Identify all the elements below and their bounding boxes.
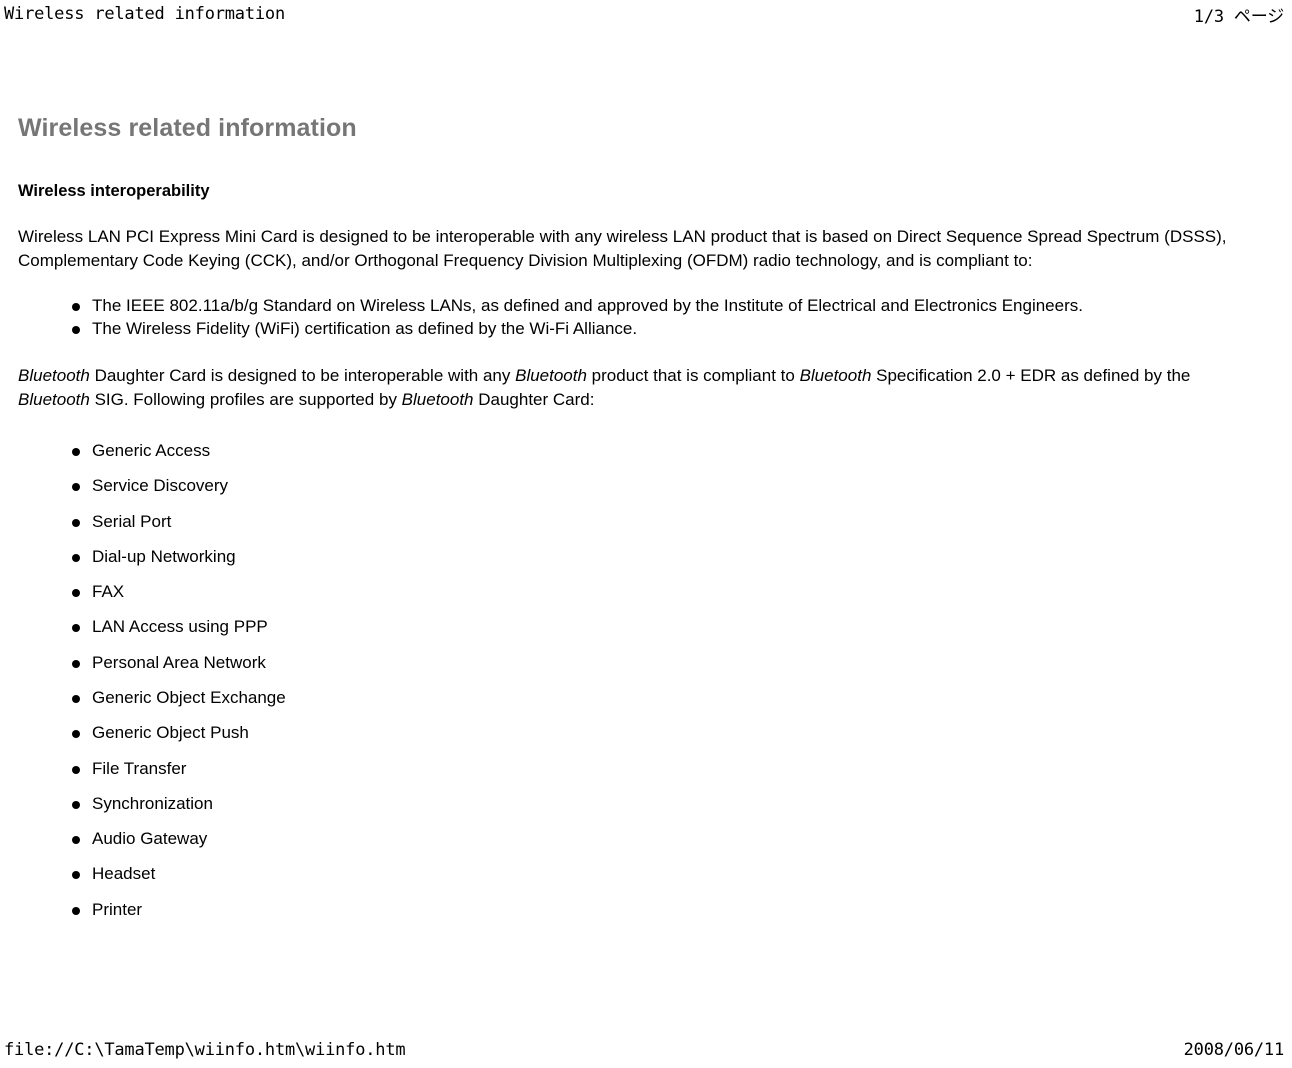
intro-paragraph: Wireless LAN PCI Express Mini Card is de… — [18, 227, 1227, 270]
print-header: Wireless related information 1/3 ページ — [0, 2, 1292, 27]
document-page: Wireless related information Wireless in… — [0, 56, 1292, 927]
list-item: Personal Area Network — [18, 645, 1274, 680]
list-item: Generic Access — [18, 433, 1274, 468]
list-item: Generic Object Exchange — [18, 680, 1274, 715]
list-item: FAX — [18, 574, 1274, 609]
print-footer-file-path: file://C:\TamaTemp\wiinfo.htm\wiinfo.htm — [4, 1040, 406, 1060]
print-footer-date: 2008/06/11 — [1183, 1040, 1285, 1060]
bluetooth-term: Bluetooth — [401, 389, 474, 409]
bluetooth-text: Specification 2.0 + EDR as defined by th… — [871, 366, 1191, 386]
list-item: File Transfer — [18, 751, 1274, 786]
bluetooth-text: Daughter Card is designed to be interope… — [89, 366, 516, 386]
list-item: The IEEE 802.11a/b/g Standard on Wireles… — [18, 294, 1274, 317]
list-item: Audio Gateway — [18, 821, 1274, 856]
list-item: Printer — [18, 892, 1274, 927]
bluetooth-text: Daughter Card: — [473, 389, 595, 409]
print-footer: file://C:\TamaTemp\wiinfo.htm\wiinfo.htm… — [0, 1038, 1292, 1062]
list-item: Synchronization — [18, 786, 1274, 821]
bluetooth-term: Bluetooth — [18, 389, 90, 409]
list-item: Dial-up Networking — [18, 539, 1274, 574]
print-header-title: Wireless related information — [4, 4, 285, 24]
standards-list: The IEEE 802.11a/b/g Standard on Wireles… — [18, 294, 1274, 341]
list-item: Generic Object Push — [18, 715, 1274, 750]
bluetooth-term: Bluetooth — [18, 366, 90, 386]
page-title: Wireless related information — [18, 114, 357, 142]
list-item: The Wireless Fidelity (WiFi) certificati… — [18, 317, 1274, 340]
bluetooth-profiles-list: Generic Access Service Discovery Serial … — [18, 433, 1274, 927]
section-heading-wireless-interoperability: Wireless interoperability — [18, 181, 210, 200]
bluetooth-text: SIG. Following profiles are supported by — [89, 389, 402, 409]
bluetooth-term: Bluetooth — [515, 366, 587, 386]
print-header-page-number: 1/3 ページ — [1193, 6, 1284, 27]
bluetooth-text: product that is compliant to — [586, 366, 800, 386]
list-item: Headset — [18, 856, 1274, 891]
list-item: LAN Access using PPP — [18, 609, 1274, 644]
bluetooth-term: Bluetooth — [799, 366, 872, 386]
list-item: Serial Port — [18, 504, 1274, 539]
bluetooth-paragraph: Bluetooth Daughter Card is designed to b… — [18, 364, 1263, 411]
list-item: Service Discovery — [18, 468, 1274, 503]
